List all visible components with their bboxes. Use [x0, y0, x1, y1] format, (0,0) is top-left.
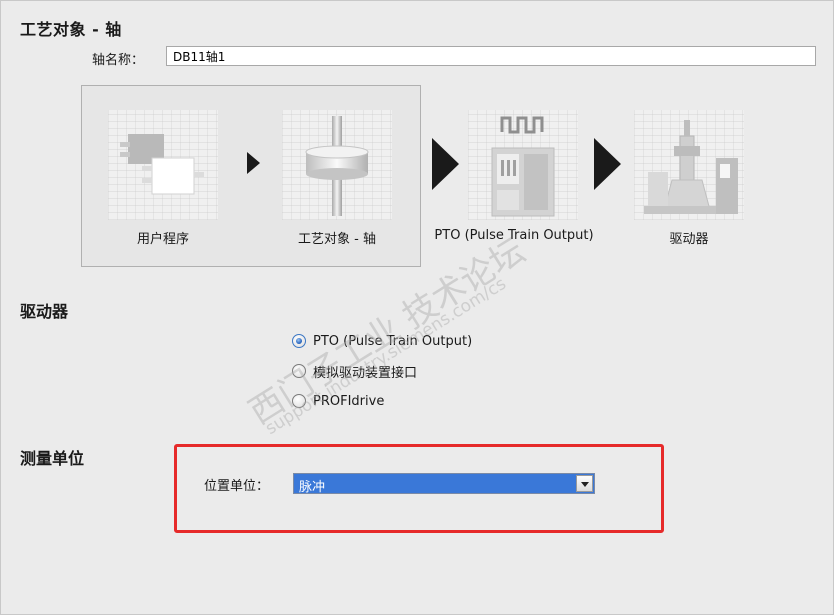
radio-label-pto: PTO (Pulse Train Output)	[313, 333, 473, 349]
flow-arrow-large-icon	[432, 138, 459, 190]
radio-option-profidrive[interactable]: PROFIdrive	[292, 391, 384, 411]
axis-name-label: 轴名称：	[92, 53, 145, 68]
radio-option-pto[interactable]: PTO (Pulse Train Output)	[292, 331, 472, 351]
technology-object-tile[interactable]	[282, 110, 392, 220]
user-program-icon	[120, 134, 204, 195]
radio-label-profidrive: PROFIdrive	[313, 393, 385, 409]
radio-option-analog[interactable]: 模拟驱动装置接口	[292, 361, 417, 381]
radio-unselected-icon[interactable]	[292, 394, 306, 408]
drive-icon	[644, 120, 738, 214]
position-unit-dropdown[interactable]: 脉冲	[293, 473, 595, 495]
axis-name-input[interactable]	[166, 46, 816, 66]
drive-section-title: 驱动器	[20, 302, 69, 321]
step-label-user-program: 用户程序	[136, 232, 189, 247]
step-label-drive: 驱动器	[669, 232, 709, 247]
technology-object-axis-icon	[305, 116, 369, 216]
radio-unselected-icon[interactable]	[292, 364, 306, 378]
step-label-pto: PTO (Pulse Train Output)	[434, 228, 594, 243]
position-unit-label: 位置单位：	[204, 479, 270, 494]
radio-selected-icon[interactable]	[292, 334, 306, 348]
user-program-tile[interactable]	[108, 110, 218, 220]
position-unit-value: 脉冲	[299, 480, 326, 495]
measure-section-title: 测量单位	[20, 449, 85, 468]
flow-arrow-large-icon-2	[594, 138, 621, 190]
drive-tile[interactable]	[634, 110, 744, 220]
pto-pulse-icon	[491, 116, 555, 217]
step-label-technology-object: 工艺对象 - 轴	[298, 232, 376, 247]
radio-label-analog: 模拟驱动装置接口	[313, 365, 418, 381]
page-title: 工艺对象 - 轴	[20, 20, 122, 39]
flow-arrow-icon	[247, 152, 260, 174]
chevron-down-icon[interactable]	[576, 475, 593, 492]
pto-tile[interactable]	[468, 110, 578, 220]
